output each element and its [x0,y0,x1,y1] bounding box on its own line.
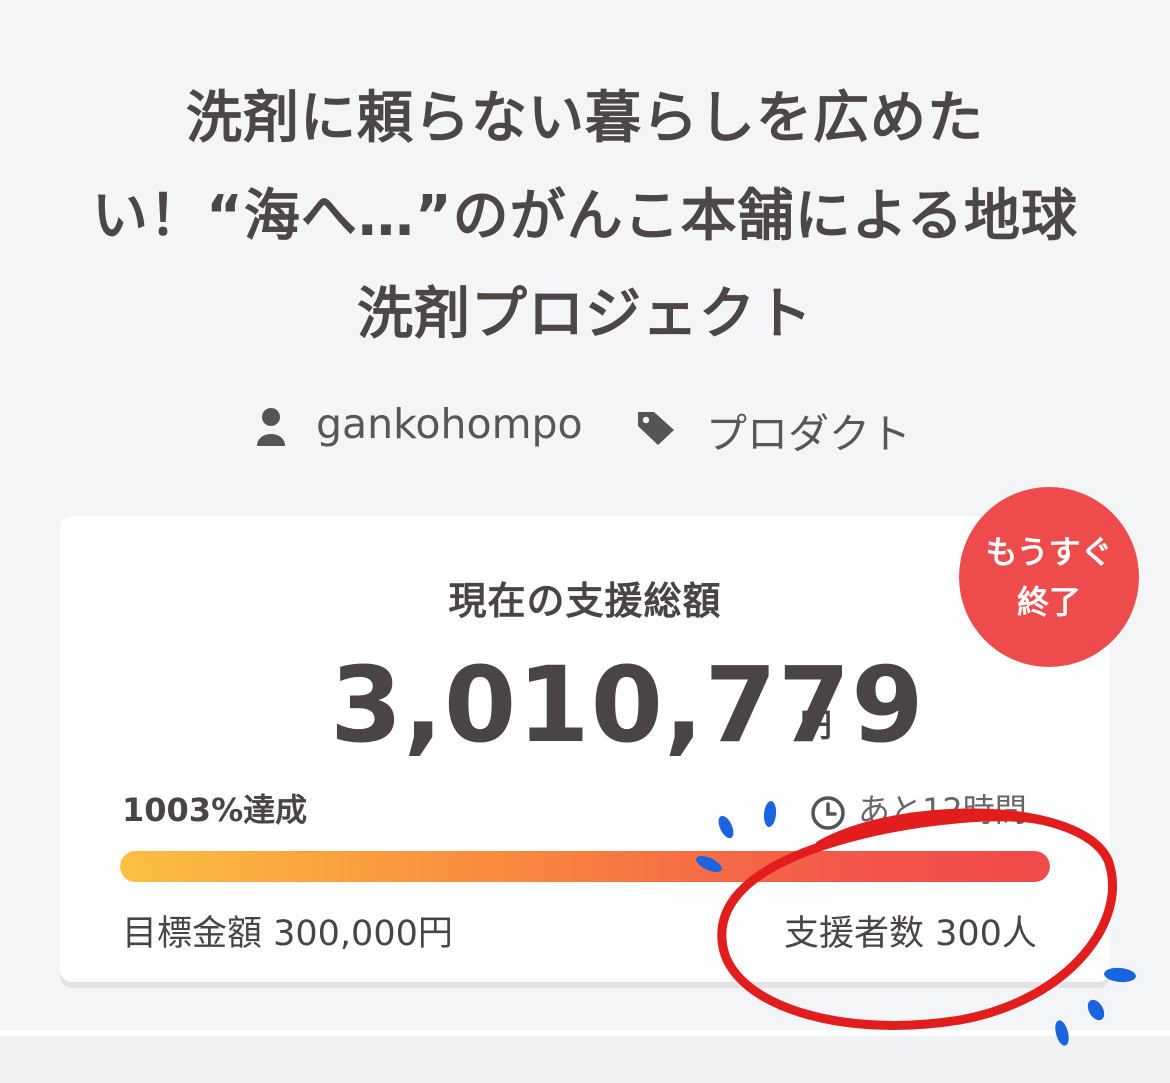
project-title-line: い！“海へ…”のがんこ本舗による地球 [92,184,1078,249]
project-title-line: 洗剤に頼らない暮らしを広めた [186,86,984,151]
badge-line: 終了 [1016,583,1081,621]
total-amount: 3,010,779 [330,644,925,766]
badge-line: もうすぐ [985,533,1113,571]
progress-bar [120,851,1050,882]
project-meta: gankohompo プロダクト [0,398,1170,458]
user-icon [255,406,287,450]
goal-amount: 目標金額 300,000円 [122,914,453,954]
bottom-strip [0,1030,1170,1083]
project-title: 洗剤に頼らない暮らしを広めた い！“海へ…”のがんこ本舗による地球 洗剤プロジェ… [0,70,1170,364]
progress-bar-fill [120,851,1050,882]
category-link[interactable]: プロダクト [706,400,911,460]
currency-unit: 円 [800,706,833,744]
backer-count: 支援者数 300人 [784,914,1037,954]
achievement-rate: 1003%達成 [122,791,308,829]
tag-icon [636,410,676,450]
time-remaining: あと12時間 [858,791,1027,829]
clock-icon [810,795,846,835]
project-title-line: 洗剤プロジェクト [357,282,813,347]
author-link[interactable]: gankohompo [316,400,583,448]
ending-soon-badge: もうすぐ 終了 [959,487,1139,667]
